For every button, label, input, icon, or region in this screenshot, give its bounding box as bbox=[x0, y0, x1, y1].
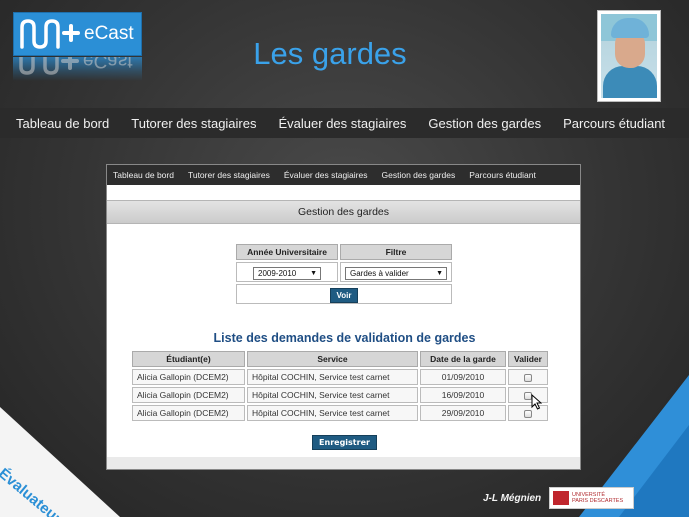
filter-header: Filtre bbox=[340, 244, 452, 260]
app-nav-evaluer-stagiaires[interactable]: Évaluer des stagiaires bbox=[284, 170, 368, 180]
validation-table: Étudiant(e) Service Date de la garde Val… bbox=[130, 349, 550, 423]
app-screenshot: Tableau de bord Tutorer des stagiaires É… bbox=[106, 164, 581, 470]
validate-cell bbox=[508, 405, 548, 421]
nav-item-gestion-gardes[interactable]: Gestion des gardes bbox=[428, 116, 541, 131]
student-cell: Alicia Gallopin (DCEM2) bbox=[132, 405, 245, 421]
validate-cell bbox=[508, 387, 548, 403]
filter-form: Année Universitaire Filtre 2009-2010 ▼ G… bbox=[234, 242, 454, 306]
author-name: J-L Mégnien bbox=[483, 493, 542, 504]
app-footer bbox=[107, 457, 580, 469]
slide-title: Les gardes bbox=[253, 36, 407, 71]
year-cell: 2009-2010 ▼ bbox=[236, 262, 338, 282]
service-cell: Hôpital COCHIN, Service test carnet bbox=[247, 387, 418, 403]
nav-item-tableau-de-bord[interactable]: Tableau de bord bbox=[16, 116, 109, 131]
presenter-photo bbox=[597, 10, 661, 102]
save-area: Enregistrer bbox=[107, 430, 580, 450]
date-cell: 29/09/2010 bbox=[420, 405, 506, 421]
app-nav-bar: Tableau de bord Tutorer des stagiaires É… bbox=[107, 165, 580, 185]
chevron-down-icon: ▼ bbox=[436, 270, 443, 277]
list-title: Liste des demandes de validation de gard… bbox=[213, 331, 476, 345]
table-row: Alicia Gallopin (DCEM2) Hôpital COCHIN, … bbox=[132, 387, 548, 403]
year-header: Année Universitaire bbox=[236, 244, 338, 260]
mouse-pointer-icon bbox=[531, 394, 542, 410]
corner-decoration-left bbox=[0, 407, 120, 517]
column-header-validate: Valider bbox=[508, 351, 548, 367]
student-cell: Alicia Gallopin (DCEM2) bbox=[132, 387, 245, 403]
filter-cell: Gardes à valider ▼ bbox=[340, 262, 452, 282]
university-line2: PARIS DESCARTES bbox=[572, 498, 624, 504]
nav-item-evaluer-stagiaires[interactable]: Évaluer des stagiaires bbox=[279, 116, 407, 131]
validate-checkbox[interactable] bbox=[524, 409, 532, 418]
date-cell: 01/09/2010 bbox=[420, 369, 506, 385]
student-cell: Alicia Gallopin (DCEM2) bbox=[132, 369, 245, 385]
university-logo: UNIVERSITÉ PARIS DESCARTES bbox=[549, 487, 634, 509]
validate-checkbox[interactable] bbox=[524, 373, 532, 382]
service-cell: Hôpital COCHIN, Service test carnet bbox=[247, 405, 418, 421]
app-nav-parcours-etudiant[interactable]: Parcours étudiant bbox=[469, 170, 536, 180]
section-title: Gestion des gardes bbox=[107, 200, 580, 224]
year-select-value: 2009-2010 bbox=[258, 269, 297, 278]
table-row: Alicia Gallopin (DCEM2) Hôpital COCHIN, … bbox=[132, 405, 548, 421]
app-nav-tutorer-stagiaires[interactable]: Tutorer des stagiaires bbox=[188, 170, 270, 180]
date-cell: 16/09/2010 bbox=[420, 387, 506, 403]
column-header-date: Date de la garde bbox=[420, 351, 506, 367]
service-cell: Hôpital COCHIN, Service test carnet bbox=[247, 369, 418, 385]
nav-item-parcours-etudiant[interactable]: Parcours étudiant bbox=[563, 116, 665, 131]
filter-select[interactable]: Gardes à valider ▼ bbox=[345, 267, 447, 280]
app-nav-tableau-de-bord[interactable]: Tableau de bord bbox=[113, 170, 174, 180]
save-button[interactable]: Enregistrer bbox=[312, 435, 377, 450]
table-row: Alicia Gallopin (DCEM2) Hôpital COCHIN, … bbox=[132, 369, 548, 385]
nav-item-tutorer-stagiaires[interactable]: Tutorer des stagiaires bbox=[131, 116, 256, 131]
voir-button[interactable]: Voir bbox=[329, 288, 359, 303]
university-emblem-icon bbox=[553, 491, 569, 505]
year-select[interactable]: 2009-2010 ▼ bbox=[253, 267, 321, 280]
column-header-service: Service bbox=[247, 351, 418, 367]
submit-cell: Voir bbox=[236, 284, 452, 304]
validate-cell bbox=[508, 369, 548, 385]
main-nav-bar: Tableau de bord Tutorer des stagiaires É… bbox=[0, 108, 689, 138]
chevron-down-icon: ▼ bbox=[310, 270, 317, 277]
app-nav-gestion-gardes[interactable]: Gestion des gardes bbox=[382, 170, 456, 180]
column-header-student: Étudiant(e) bbox=[132, 351, 245, 367]
filter-select-value: Gardes à valider bbox=[350, 269, 409, 278]
